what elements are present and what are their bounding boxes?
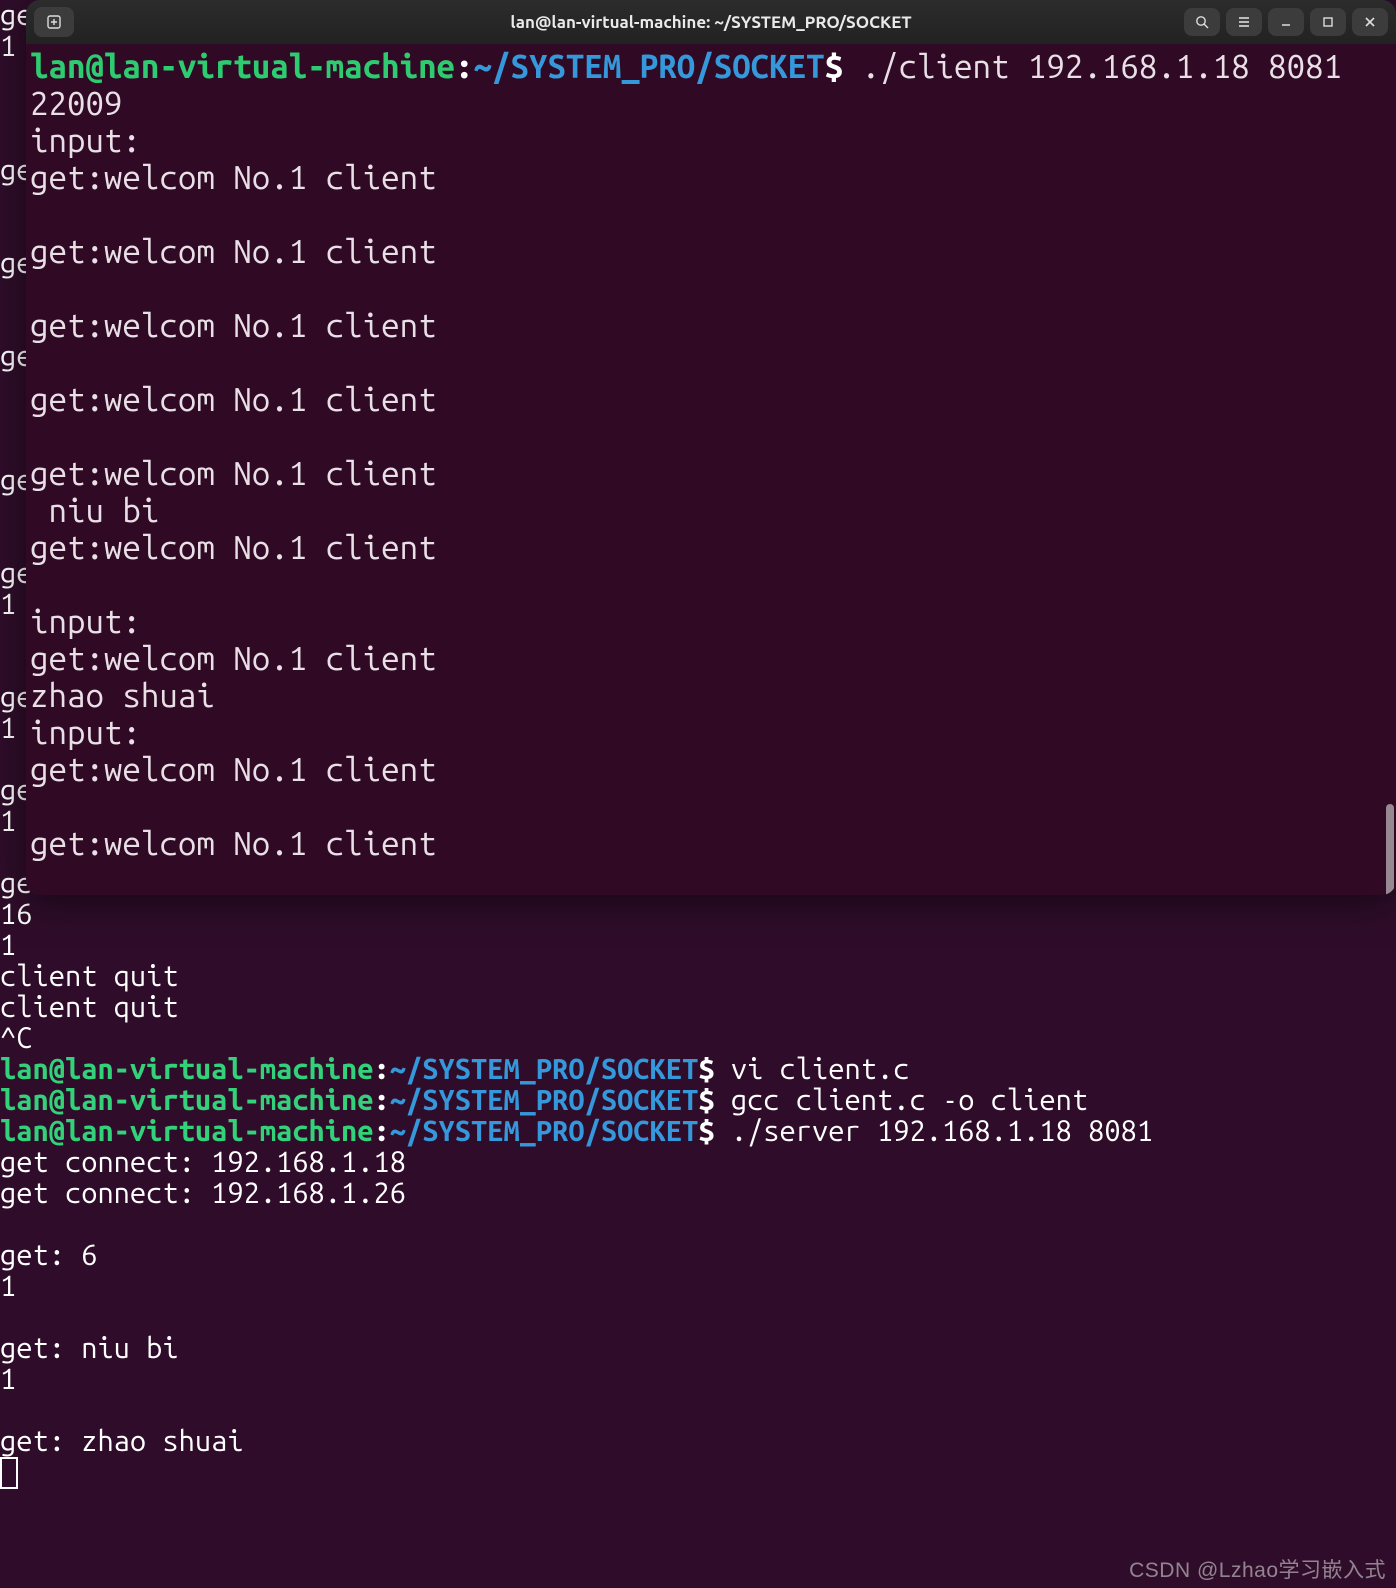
hamburger-icon [1236, 14, 1252, 30]
close-icon [1362, 14, 1378, 30]
titlebar[interactable]: lan@lan-virtual-machine: ~/SYSTEM_PRO/SO… [26, 0, 1396, 44]
new-tab-button[interactable] [34, 7, 74, 37]
watermark: CSDN @Lzhao学习嵌入式 [1129, 1554, 1386, 1584]
prompt-user: lan@lan-virtual-machine [0, 1053, 374, 1085]
maximize-button[interactable] [1310, 8, 1346, 36]
search-button[interactable] [1184, 8, 1220, 36]
bg-cmd-2: gcc client.c -o client [731, 1084, 1088, 1116]
bg-prompt-line-1: lan@lan-virtual-machine:~/SYSTEM_PRO/SOC… [0, 1054, 1396, 1085]
foreground-terminal-window: lan@lan-virtual-machine: ~/SYSTEM_PRO/SO… [26, 0, 1396, 895]
scrollbar-thumb[interactable] [1386, 804, 1394, 895]
close-button[interactable] [1352, 8, 1388, 36]
minimize-icon [1278, 14, 1294, 30]
bg-cmd-3: ./server 192.168.1.18 8081 [731, 1115, 1153, 1147]
bg-output-after-prompts: get connect: 192.168.1.18 get connect: 1… [0, 1147, 1396, 1457]
bg-cmd-1: vi client.c [731, 1053, 910, 1085]
bg-prompt-line-3: lan@lan-virtual-machine:~/SYSTEM_PRO/SOC… [0, 1116, 1396, 1147]
menu-button[interactable] [1226, 8, 1262, 36]
fg-output-lines: 22009 input: get:welcom No.1 client get:… [30, 85, 1392, 862]
new-tab-icon [46, 14, 62, 30]
maximize-icon [1320, 14, 1336, 30]
search-icon [1194, 14, 1210, 30]
minimize-button[interactable] [1268, 8, 1304, 36]
fg-prompt-line: lan@lan-virtual-machine:~/SYSTEM_PRO/SOC… [30, 48, 1392, 85]
cursor [0, 1457, 18, 1489]
fg-command: ./client 192.168.1.18 8081 [862, 48, 1342, 85]
prompt-path: ~/SYSTEM_PRO/SOCKET [474, 48, 825, 85]
prompt-path: ~/SYSTEM_PRO/SOCKET [390, 1053, 699, 1085]
bg-prompt-line-2: lan@lan-virtual-machine:~/SYSTEM_PRO/SOC… [0, 1085, 1396, 1116]
prompt-user: lan@lan-virtual-machine [30, 48, 455, 85]
screen: ge 1 ge ge ge ge ge 1 ge 1 ge 1 get: 6 1… [0, 0, 1396, 1588]
prompt-symbol: $ [825, 48, 862, 85]
foreground-terminal-body[interactable]: lan@lan-virtual-machine:~/SYSTEM_PRO/SOC… [26, 44, 1396, 895]
